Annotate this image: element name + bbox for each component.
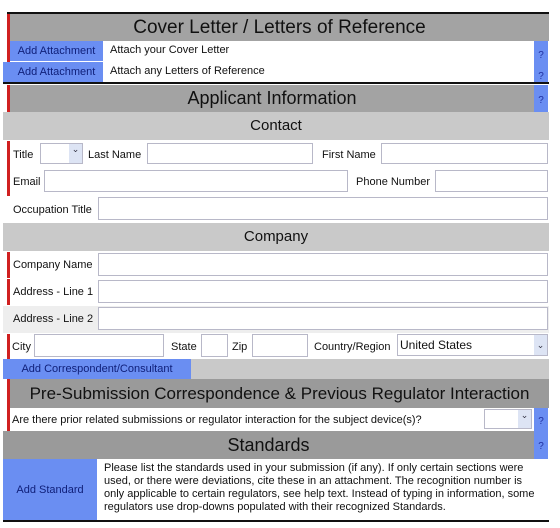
email-label: Email: [13, 176, 41, 188]
city-label: City: [12, 341, 31, 353]
last-name-input[interactable]: [147, 143, 313, 164]
help-icon[interactable]: ?: [534, 85, 548, 112]
section-header-presubmission: Pre-Submission Correspondence & Previous…: [7, 379, 549, 408]
divider: [3, 82, 549, 84]
section-header-applicant: Applicant Information: [7, 85, 534, 112]
add-reference-button[interactable]: Add Attachment: [3, 62, 103, 82]
state-label: State: [171, 341, 197, 353]
subheader-company: Company: [3, 223, 549, 251]
standards-instructions: Please list the standards used in your s…: [104, 462, 535, 513]
country-select[interactable]: United States ⌄: [397, 334, 548, 356]
occupation-label: Occupation Title: [13, 204, 92, 216]
chevron-down-icon: ⌄: [518, 410, 531, 428]
add-standard-button[interactable]: Add Standard: [3, 459, 97, 521]
divider: [3, 520, 549, 522]
required-marker: [7, 408, 10, 431]
state-input[interactable]: [201, 334, 228, 357]
address1-label: Address - Line 1: [13, 286, 94, 298]
help-icon[interactable]: ?: [534, 431, 548, 459]
phone-input[interactable]: [435, 170, 548, 192]
first-name-label: First Name: [322, 149, 376, 161]
add-correspondent-button[interactable]: Add Correspondent/Consultant: [3, 359, 191, 379]
chevron-down-icon: ⌄: [534, 335, 547, 355]
title-label: Title: [13, 149, 34, 161]
address2-label: Address - Line 2: [13, 313, 94, 325]
required-marker: [7, 141, 10, 196]
required-marker: [7, 279, 10, 305]
phone-label: Phone Number: [356, 176, 430, 188]
last-name-label: Last Name: [88, 149, 142, 161]
presubmission-question: Are there prior related submissions or r…: [12, 414, 422, 426]
title-select[interactable]: ⌄: [40, 143, 83, 164]
reference-label: Attach any Letters of Reference: [110, 65, 265, 77]
section-header-standards: Standards: [3, 431, 534, 459]
address1-input[interactable]: [98, 280, 548, 303]
add-cover-letter-button[interactable]: Add Attachment: [10, 41, 103, 61]
subheader-contact: Contact: [3, 112, 549, 140]
section-header-cover-letter: Cover Letter / Letters of Reference: [7, 14, 549, 41]
zip-input[interactable]: [252, 334, 308, 357]
country-label: Country/Region: [314, 341, 391, 353]
help-icon[interactable]: ?: [534, 408, 548, 431]
help-icon[interactable]: ?: [534, 41, 548, 62]
occupation-input[interactable]: [98, 197, 548, 220]
email-input[interactable]: [44, 170, 348, 192]
help-icon[interactable]: ?: [534, 62, 548, 83]
required-marker: [7, 252, 10, 278]
city-input[interactable]: [34, 334, 164, 357]
first-name-input[interactable]: [381, 143, 548, 164]
address2-input[interactable]: [98, 307, 548, 330]
company-name-input[interactable]: [98, 253, 548, 276]
zip-label: Zip: [232, 341, 248, 353]
presubmission-select[interactable]: ⌄: [484, 409, 532, 429]
chevron-down-icon: ⌄: [69, 144, 82, 163]
required-marker: [7, 334, 10, 360]
company-name-label: Company Name: [13, 259, 93, 271]
cover-letter-label: Attach your Cover Letter: [110, 44, 230, 56]
